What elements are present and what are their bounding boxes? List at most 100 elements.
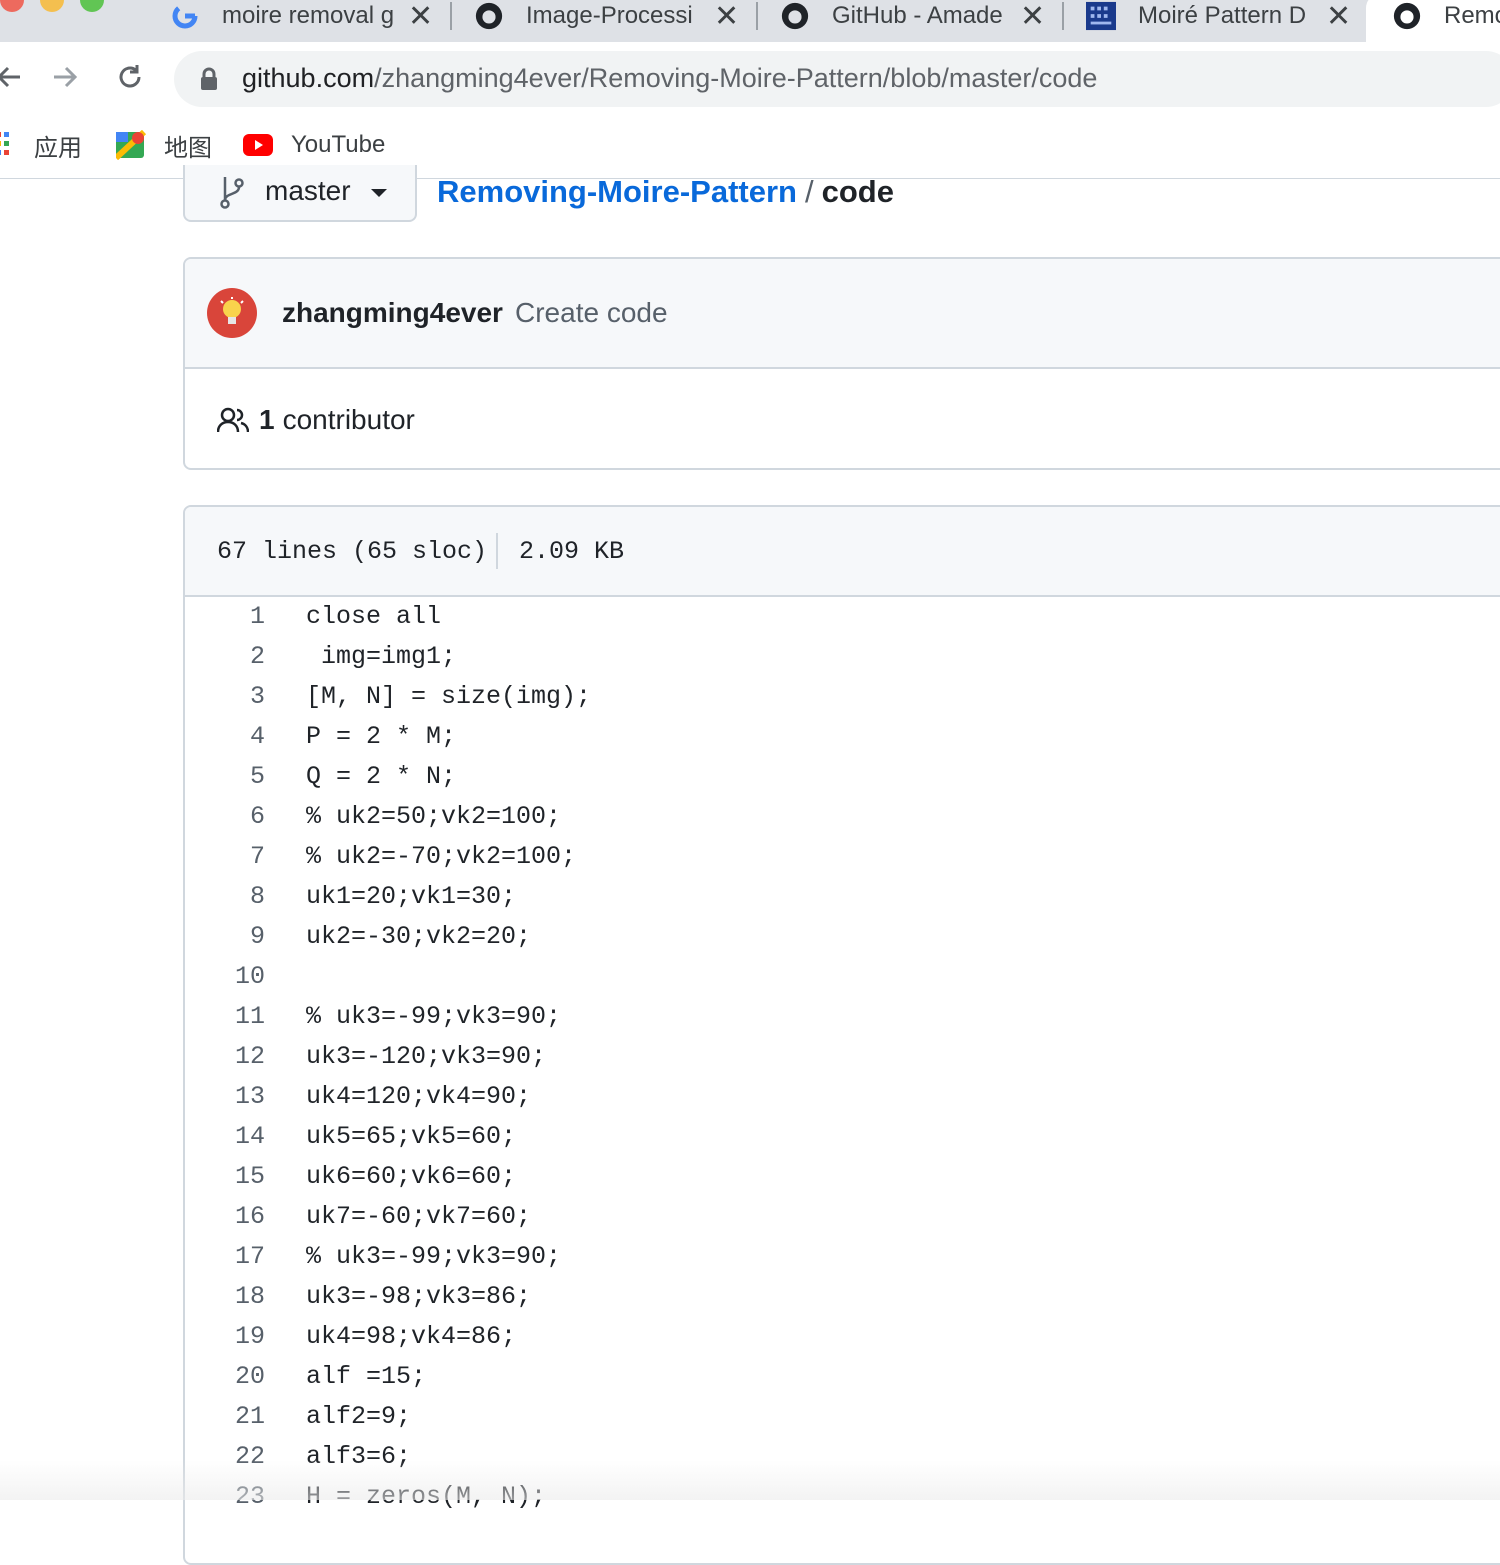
line-number[interactable]: 13 [185,1077,265,1117]
branch-selector[interactable]: master [183,165,417,222]
line-number[interactable]: 19 [185,1317,265,1357]
code-text: uk4=98;vk4=86; [306,1322,517,1351]
tab-moire-pattern[interactable]: Moiré Pattern D ✕ [1086,0,1354,38]
google-icon [170,1,200,31]
code-text: uk4=120;vk4=90; [306,1082,532,1111]
line-number[interactable]: 1 [185,597,265,637]
address-bar[interactable]: github.com/zhangming4ever/Removing-Moire… [174,51,1500,107]
youtube-icon [243,134,273,156]
code-line: 7 % uk2=-70;vk2=100; [185,837,1500,877]
code-line: 5 Q = 2 * N; [185,757,1500,797]
line-number[interactable]: 9 [185,917,265,957]
close-tab-icon[interactable]: ✕ [714,0,739,34]
code-line: 6 % uk2=50;vk2=100; [185,797,1500,837]
code-line: 17 % uk3=-99;vk3=90; [185,1237,1500,1277]
line-number[interactable]: 18 [185,1277,265,1317]
bookmark-apps[interactable]: 应用 [0,128,82,162]
code-line: 8 uk1=20;vk1=30; [185,877,1500,917]
tab-image-processing[interactable]: Image-Processi ✕ [474,0,742,38]
line-number[interactable]: 11 [185,997,265,1037]
tab-github-amade[interactable]: GitHub - Amade ✕ [780,0,1048,38]
line-number[interactable]: 21 [185,1397,265,1437]
line-number[interactable]: 2 [185,637,265,677]
back-button[interactable] [0,54,32,100]
minimize-window-button[interactable] [40,0,64,12]
code-line: 9 uk2=-30;vk2=20; [185,917,1500,957]
file-line-count: 67 lines (65 sloc) [217,537,488,566]
code-line: 20 alf =15; [185,1357,1500,1397]
apps-grid-icon [0,132,16,158]
code-line: 19 uk4=98;vk4=86; [185,1317,1500,1357]
tab-active[interactable]: Remo [1366,0,1500,44]
close-tab-icon[interactable]: ✕ [408,0,433,34]
contributor-label: contributor [282,404,415,435]
code-text: P = 2 * M; [306,722,457,751]
line-number[interactable]: 14 [185,1117,265,1157]
code-text: uk2=-30;vk2=20; [306,922,532,951]
tab-title: moire removal g [222,2,395,29]
close-tab-icon[interactable]: ✕ [1020,0,1045,34]
maps-icon [116,130,146,160]
lightbulb-icon [220,297,244,324]
code-text: uk5=65;vk5=60; [306,1122,517,1151]
code-line: 11 % uk3=-99;vk3=90; [185,997,1500,1037]
arrow-right-icon [54,66,78,88]
tab-title: GitHub - Amade [832,2,1003,29]
code-line: 10 [185,957,1500,997]
code-line: 3 [M, N] = size(img); [185,677,1500,717]
line-number[interactable]: 4 [185,717,265,757]
close-window-button[interactable] [0,0,24,12]
lock-icon[interactable] [200,67,218,96]
latest-commit-box: zhangming4ever Create code 1 contributor [183,257,1500,470]
code-text: alf2=9; [306,1402,412,1431]
file-info-header: 67 lines (65 sloc) 2.09 KB [185,507,1500,597]
code-text: [M, N] = size(img); [306,682,592,711]
code-text: img=img1; [306,642,457,671]
avatar[interactable] [207,288,257,338]
code-text: close all [306,602,442,631]
code-line: 14 uk5=65;vk5=60; [185,1117,1500,1157]
line-number[interactable]: 16 [185,1197,265,1237]
tab-separator [756,2,758,30]
tab-title: Remo [1444,2,1500,29]
line-number[interactable]: 7 [185,837,265,877]
tab-title: Image-Processi [526,2,693,29]
browser-toolbar: github.com/zhangming4ever/Removing-Moire… [0,42,1500,116]
github-icon [780,1,810,31]
line-number[interactable]: 3 [185,677,265,717]
divider [496,533,498,569]
file-viewer: 67 lines (65 sloc) 2.09 KB 1 close all 2 i… [183,505,1500,1565]
zoom-window-button[interactable] [80,0,104,12]
line-number[interactable]: 5 [185,757,265,797]
code-line: 13 uk4=120;vk4=90; [185,1077,1500,1117]
code-line: 12 uk3=-120;vk3=90; [185,1037,1500,1077]
commit-header: zhangming4ever Create code [185,259,1500,369]
breadcrumb: Removing-Moire-Pattern / code [437,174,894,210]
tab-moire-removal[interactable]: moire removal g ✕ [170,0,438,38]
people-icon [217,407,249,433]
line-number[interactable]: 15 [185,1157,265,1197]
code-text: alf =15; [306,1362,427,1391]
commit-author-link[interactable]: zhangming4ever [282,297,503,329]
line-number[interactable]: 17 [185,1237,265,1277]
arrow-left-icon [0,66,20,88]
url-text[interactable]: github.com/zhangming4ever/Removing-Moire… [242,63,1097,94]
forward-button[interactable] [42,54,88,100]
reload-button[interactable] [107,54,153,100]
breadcrumb-repo-link[interactable]: Removing-Moire-Pattern [437,174,797,209]
line-number[interactable]: 12 [185,1037,265,1077]
line-number[interactable]: 6 [185,797,265,837]
close-tab-icon[interactable]: ✕ [1326,0,1351,34]
code-line: 2 img=img1; [185,637,1500,677]
url-host: github.com [242,63,375,93]
line-number[interactable]: 20 [185,1357,265,1397]
bookmark-youtube[interactable]: YouTube [243,128,385,162]
code-text: uk6=60;vk6=60; [306,1162,517,1191]
line-number[interactable]: 10 [185,957,265,997]
code-line: 4 P = 2 * M; [185,717,1500,757]
contributors-link[interactable]: 1 contributor [217,404,415,436]
bookmark-maps[interactable]: 地图 [116,128,212,162]
breadcrumb-file: code [821,174,894,209]
line-number[interactable]: 8 [185,877,265,917]
commit-message-link[interactable]: Create code [515,297,668,329]
